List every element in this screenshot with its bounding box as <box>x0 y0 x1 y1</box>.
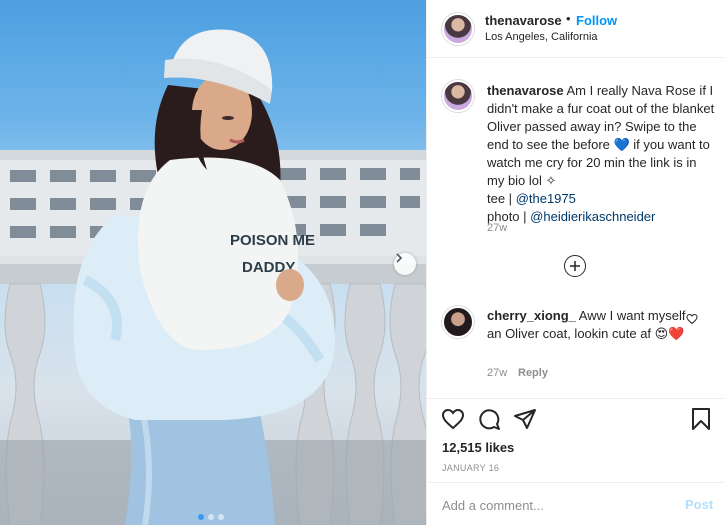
comment-like-heart-icon[interactable] <box>686 313 698 325</box>
load-more-comments-button[interactable] <box>564 255 586 277</box>
comment-icon[interactable] <box>477 407 501 431</box>
comment-item: cherry_xiong_ Aww I want myself an Olive… <box>487 307 687 343</box>
next-photo-button[interactable] <box>394 253 416 275</box>
tee-mention-link[interactable]: @the1975 <box>516 191 576 206</box>
likes-count[interactable]: 12,515 likes <box>442 440 514 455</box>
carousel-dots <box>198 514 224 520</box>
photo-mention-link[interactable]: @heidierikaschneider <box>530 209 655 224</box>
commenter-username[interactable]: cherry_xiong_ <box>487 308 576 323</box>
photo-illustration: POISON ME DADDY <box>0 29 426 525</box>
plus-icon <box>570 261 580 271</box>
commenter-avatar[interactable] <box>442 306 474 338</box>
add-comment-bar: Post <box>427 482 725 525</box>
follow-button[interactable]: Follow <box>576 13 617 28</box>
share-icon[interactable] <box>513 407 537 431</box>
post-caption: thenavarose Am I really Nava Rose if I d… <box>487 82 715 226</box>
comment-input[interactable] <box>442 495 662 515</box>
carousel-dot <box>208 514 214 520</box>
chevron-right-icon <box>396 253 403 263</box>
shirt-text-line1: POISON ME <box>230 232 315 249</box>
post-header: thenavarose • Follow Los Angeles, Califo… <box>427 0 725 58</box>
comments-section[interactable]: thenavarose Am I really Nava Rose if I d… <box>427 59 725 391</box>
bookmark-icon[interactable] <box>690 407 712 431</box>
caption-username[interactable]: thenavarose <box>487 83 564 98</box>
location-link[interactable]: Los Angeles, California <box>485 31 598 43</box>
comment-timestamp[interactable]: 27w <box>487 367 507 379</box>
comment-emojis: 😍❤️ <box>654 326 685 341</box>
header-separator: • <box>566 11 571 26</box>
blue-heart-emoji: 💙 <box>613 137 630 152</box>
post-date[interactable]: JANUARY 16 <box>442 463 499 473</box>
caption-avatar[interactable] <box>442 80 474 112</box>
heart-icon[interactable] <box>441 407 465 431</box>
carousel-dot <box>198 514 204 520</box>
post-photo[interactable]: POISON ME DADDY <box>0 0 426 525</box>
caption-timestamp[interactable]: 27w <box>487 222 507 234</box>
reply-button[interactable]: Reply <box>518 367 548 379</box>
author-avatar[interactable] <box>442 13 474 45</box>
post-comment-button[interactable]: Post <box>685 497 713 512</box>
tee-label: tee | <box>487 191 513 206</box>
action-bar <box>427 398 725 440</box>
post-side-panel: thenavarose • Follow Los Angeles, Califo… <box>426 0 725 525</box>
author-username[interactable]: thenavarose <box>485 13 562 28</box>
carousel-dot <box>218 514 224 520</box>
